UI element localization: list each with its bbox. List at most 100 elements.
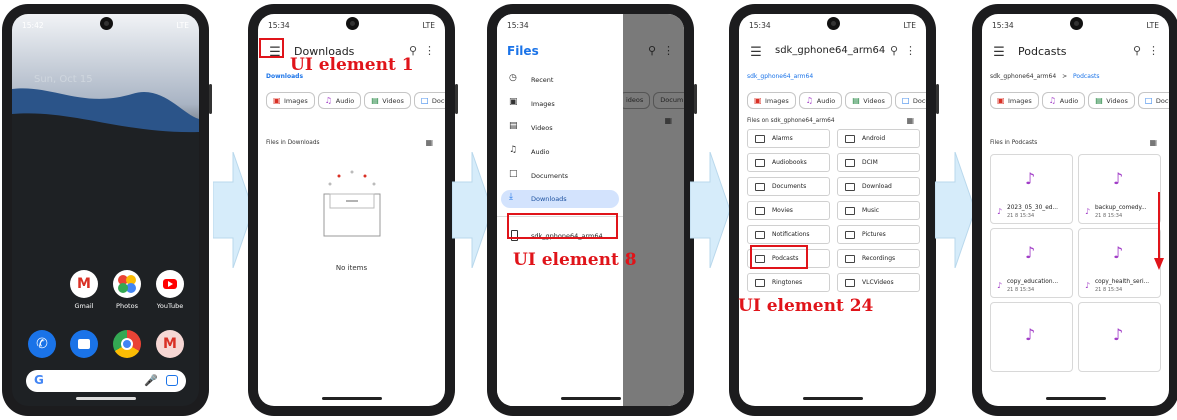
youtube-icon[interactable] (156, 270, 184, 298)
chip-images[interactable]: ▣ Images (990, 92, 1039, 109)
empty-folder-illustration (323, 170, 381, 237)
more-options-icon[interactable]: ⋮ (424, 44, 435, 57)
chip-documents[interactable]: □Docum (1137, 92, 1169, 109)
chip-label: Audio (816, 97, 836, 105)
search-icon[interactable]: ⚲ (890, 44, 898, 57)
hamburger-menu-icon[interactable]: ☰ (990, 44, 1008, 62)
breadcrumb: sdk_gphone64_arm64 > Podcasts (990, 73, 1100, 80)
gmail-icon[interactable]: M (70, 270, 98, 298)
chrome-app-icon[interactable] (113, 330, 141, 358)
status-signal: LTE (176, 21, 189, 30)
chip-videos[interactable]: ▤ Videos (1088, 92, 1135, 109)
folder-item[interactable]: Movies (747, 201, 830, 220)
file-card[interactable]: ♪ ♪ copy_health_seri... 21 8 15:34 (1078, 228, 1161, 298)
file-name: copy_health_seri... (1095, 279, 1150, 285)
folder-item[interactable]: Alarms (747, 129, 830, 148)
drawer-item-label: Images (531, 100, 555, 108)
arrow-icon (213, 152, 253, 268)
folder-item[interactable]: Notifications (747, 225, 830, 244)
breadcrumb-root[interactable]: sdk_gphone64_arm64 (990, 73, 1056, 80)
chip-documents[interactable]: □Docum (894, 92, 926, 109)
chip-label: Docum (653, 92, 684, 109)
folder-item[interactable]: Ringtones (747, 273, 830, 292)
file-card[interactable]: ♪ ♪ copy_education... 21 8 15:34 (990, 228, 1073, 298)
annotation-label: UI element 1 (290, 55, 414, 75)
scrim[interactable]: ⚲ ⋮ ideos Docum ▦ (619, 14, 684, 406)
folder-item[interactable]: Documents (747, 177, 830, 196)
image-icon: ▣ (273, 96, 281, 105)
video-icon: ▤ (509, 121, 518, 131)
filter-chips: ▣Images♫Audio▤Videos□Docum (990, 92, 1169, 110)
chip-label: Docum (431, 97, 445, 105)
chevron-right-icon: > (1062, 73, 1068, 80)
photos-icon[interactable] (113, 270, 141, 298)
folder-item[interactable]: Music (837, 201, 920, 220)
clock-icon: ◷ (509, 73, 517, 83)
chip-images[interactable]: ▣ Images (266, 92, 315, 109)
music-note-icon: ♫ (805, 96, 813, 105)
drawer-item-recent[interactable]: ◷ Recent (497, 70, 623, 90)
phone-device-root: 15:34 LTE ☰ sdk_gphone64_arm64 ⚲ ⋮ sdk_g… (729, 4, 939, 416)
folder-label: Documents (772, 183, 807, 190)
hamburger-menu-icon[interactable]: ☰ (747, 44, 765, 62)
folder-item[interactable]: Android (837, 129, 920, 148)
phone-podcasts: 15:34 LTE ☰ Podcasts ⚲ ⋮ sdk_gphone64_ar… (972, 4, 1177, 416)
grid-view-icon[interactable]: ▦ (906, 116, 914, 125)
drawer-item-label: Recent (531, 76, 554, 84)
drawer-item-documents[interactable]: □ Documents (497, 166, 623, 186)
folder-icon (755, 183, 765, 191)
mic-icon[interactable]: 🎤 (144, 374, 158, 387)
folder-item[interactable]: Recordings (837, 249, 920, 268)
drawer-item-videos[interactable]: ▤ Videos (497, 118, 623, 138)
music-note-icon: ♪ (1025, 169, 1036, 188)
chip-audio[interactable]: ♫ Audio (1041, 92, 1086, 109)
folder-label: Ringtones (772, 279, 803, 286)
app-label: Gmail (74, 302, 94, 310)
lens-icon[interactable] (166, 375, 178, 386)
phone-app-icon[interactable]: ✆ (28, 330, 56, 358)
volume-button (455, 84, 458, 114)
drawer-item-downloads[interactable]: ⤓ Downloads (501, 190, 619, 208)
google-search-bar[interactable]: G 🎤 (26, 370, 186, 392)
image-icon: ▣ (509, 97, 518, 107)
download-icon: ⤓ (509, 192, 513, 202)
file-card[interactable]: ♪ ♪ backup_comedy... 21 8 15:34 (1078, 154, 1161, 224)
folder-icon (845, 279, 855, 287)
chip-videos[interactable]: ▤ Videos (845, 92, 892, 109)
breadcrumb-current[interactable]: Podcasts (1073, 73, 1099, 80)
chip-videos[interactable]: ▤ Videos (364, 92, 411, 109)
messages-app-icon[interactable] (70, 330, 98, 358)
folder-item[interactable]: Audiobooks (747, 153, 830, 172)
home-indicator (560, 397, 621, 400)
status-signal: LTE (422, 21, 435, 30)
video-icon: ▤ (852, 96, 860, 105)
music-note-icon: ♪ (997, 207, 1003, 216)
home-indicator (321, 397, 382, 400)
folder-item[interactable]: VLCVideos (837, 273, 920, 292)
grid-view-icon[interactable]: ▦ (425, 138, 433, 147)
annotation-box (750, 245, 808, 269)
breadcrumb[interactable]: sdk_gphone64_arm64 (747, 73, 813, 80)
filter-chips: ▣Images♫Audio▤Videos□Docum (266, 92, 445, 110)
chip-audio[interactable]: ♫ Audio (798, 92, 843, 109)
gmail-dock-icon[interactable]: M (156, 330, 184, 358)
chip-documents[interactable]: □Docum (413, 92, 445, 109)
folder-item[interactable]: Pictures (837, 225, 920, 244)
chip-images[interactable]: ▣ Images (747, 92, 796, 109)
more-options-icon[interactable]: ⋮ (1148, 44, 1159, 57)
chip-audio[interactable]: ♫ Audio (317, 92, 362, 109)
drawer-item-images[interactable]: ▣ Images (497, 94, 623, 114)
more-options-icon[interactable]: ⋮ (905, 44, 916, 57)
document-icon: □ (901, 96, 910, 105)
file-card[interactable]: ♪ (990, 302, 1073, 372)
file-card[interactable]: ♪ (1078, 302, 1161, 372)
file-name: backup_comedy... (1095, 205, 1147, 211)
grid-view-icon[interactable]: ▦ (1149, 138, 1157, 147)
chip-label: ideos (619, 92, 651, 109)
file-card[interactable]: ♪ ♪ 2023_05_30_ed... 21 8 15:34 (990, 154, 1073, 224)
folder-item[interactable]: Download (837, 177, 920, 196)
search-icon[interactable]: ⚲ (1133, 44, 1141, 57)
folder-item[interactable]: DCIM (837, 153, 920, 172)
drawer-item-audio[interactable]: ♫ Audio (497, 142, 623, 162)
chip-label: Audio (335, 97, 355, 105)
